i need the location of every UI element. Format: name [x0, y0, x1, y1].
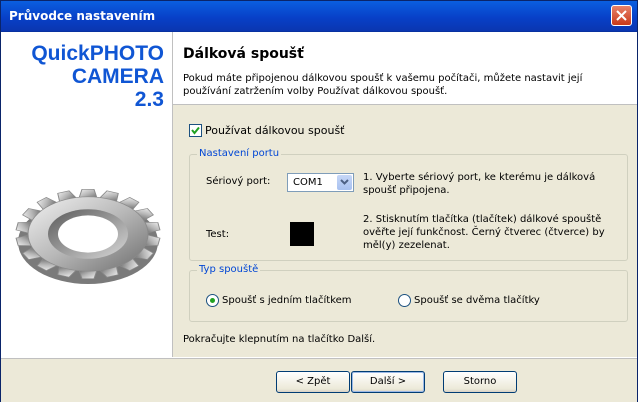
- gear-icon: [15, 189, 161, 284]
- content-panel: Dálková spoušť Pokud máte připojenou dál…: [173, 32, 637, 357]
- title-bar[interactable]: Průvodce nastavením: [1, 1, 637, 32]
- close-icon: [616, 10, 627, 21]
- brand-line-3: 2.3: [134, 88, 164, 111]
- test-indicator: [290, 222, 314, 246]
- port-settings-group: Nastavení portu Sériový port: COM1 1. Vy…: [189, 148, 628, 261]
- test-hint: 2. Stisknutím tlačítka (tlačítek) dálkov…: [363, 214, 605, 251]
- window-title: Průvodce nastavením: [9, 9, 156, 23]
- close-button[interactable]: [611, 5, 632, 26]
- use-remote-checkbox[interactable]: Používat dálkovou spoušť: [189, 124, 345, 137]
- checkbox-box[interactable]: [189, 124, 202, 137]
- radio-two-label: Spoušť se dvěma tlačítky: [414, 295, 540, 306]
- header-area: Dálková spoušť Pokud máte připojenou dál…: [173, 32, 637, 105]
- brand-panel: QuickPHOTO CAMERA 2.3: [1, 32, 173, 357]
- serial-port-select[interactable]: COM1: [287, 173, 354, 192]
- next-button[interactable]: Další >: [351, 371, 425, 393]
- continue-hint: Pokračujte klepnutím na tlačítko Další.: [183, 334, 376, 345]
- dropdown-arrow-button[interactable]: [337, 175, 352, 190]
- cancel-button[interactable]: Storno: [443, 371, 517, 393]
- radio-single-button[interactable]: Spoušť s jedním tlačítkem: [206, 294, 352, 307]
- serial-port-label: Sériový port:: [206, 176, 271, 187]
- trigger-type-group: Typ spouště Spoušť s jedním tlačítkem Sp…: [189, 264, 628, 322]
- page-description: Pokud máte připojenou dálkovou spoušť k …: [183, 73, 583, 97]
- back-button[interactable]: < Zpět: [276, 371, 350, 393]
- test-label: Test:: [206, 229, 230, 240]
- chevron-down-icon: [340, 179, 349, 185]
- wizard-client-area: QuickPHOTO CAMERA 2.3 Dálková spoušť Pok…: [1, 32, 637, 402]
- brand-line-1: QuickPHOTO: [31, 42, 164, 65]
- use-remote-label: Používat dálkovou spoušť: [205, 124, 345, 137]
- port-settings-title: Nastavení portu: [197, 148, 282, 159]
- wizard-window: Průvodce nastavením QuickPHOTO CAMERA 2.…: [0, 0, 638, 402]
- product-brand: QuickPHOTO CAMERA 2.3: [31, 42, 164, 111]
- brand-line-2: CAMERA: [71, 65, 164, 88]
- trigger-type-title: Typ spouště: [197, 264, 261, 275]
- radio-single-label: Spoušť s jedním tlačítkem: [222, 295, 352, 306]
- serial-port-value: COM1: [293, 177, 323, 188]
- page-title: Dálková spoušť: [183, 46, 304, 62]
- radio-two-buttons[interactable]: Spoušť se dvěma tlačítky: [398, 294, 540, 307]
- radio-circle-selected[interactable]: [206, 294, 219, 307]
- radio-circle[interactable]: [398, 294, 411, 307]
- button-bar: < Zpět Další > Storno: [1, 358, 637, 402]
- checkmark-icon: [191, 126, 200, 135]
- serial-port-hint: 1. Vyberte sériový port, ke kterému je d…: [363, 172, 596, 196]
